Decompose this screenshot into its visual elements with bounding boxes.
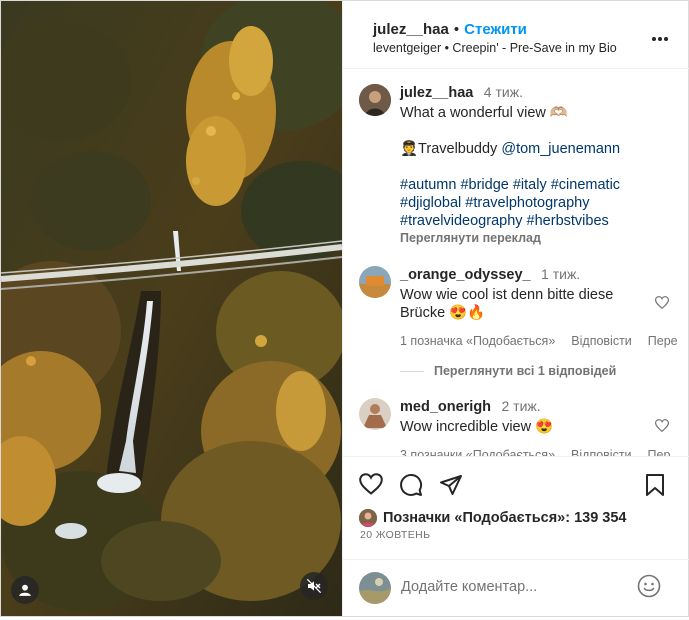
comment-time[interactable]: 1 тиж. — [541, 266, 580, 282]
header-audio-subtitle[interactable]: leventgeiger • Creepin' - Pre-Save in my… — [373, 41, 617, 55]
comment-text-line2: Brücke 😍🔥 — [400, 305, 486, 321]
smiley-icon — [637, 574, 661, 598]
header-username-link[interactable]: julez__haa — [373, 21, 449, 38]
see-translation-link[interactable]: Переглянути переклад — [400, 231, 680, 245]
travelbuddy-text: 🧑‍✈️Travelbuddy — [400, 141, 502, 157]
comment-avatar[interactable] — [359, 266, 391, 298]
landscape-image — [1, 1, 342, 616]
post-actions: Позначки «Подобається»: 139 354 20 ЖОВТЕ… — [343, 456, 689, 616]
follow-button[interactable]: Стежити — [464, 21, 527, 38]
comment-likes-count[interactable]: 3 позначки «Подобається» — [400, 448, 555, 456]
comment-item: med_onerigh 2 тиж. Wow incredible view 😍… — [400, 398, 682, 456]
view-replies-row[interactable]: Переглянути всі 1 відповідей — [400, 364, 616, 378]
current-user-avatar — [359, 572, 391, 604]
view-replies-button[interactable]: Переглянути всі 1 відповідей — [434, 364, 616, 378]
comment-likes-count[interactable]: 1 позначка «Подобається» — [400, 334, 555, 348]
more-horizontal-icon — [652, 37, 668, 41]
like-button[interactable] — [359, 473, 383, 500]
comment-text-line1: Wow wie cool ist denn bitte diese — [400, 287, 614, 303]
mute-toggle-button[interactable] — [300, 572, 328, 600]
save-button[interactable] — [645, 473, 665, 502]
speaker-muted-icon — [306, 578, 322, 594]
hashtags-line2[interactable]: #djiglobal #travelphotography — [400, 194, 680, 212]
comment-like-button[interactable] — [654, 296, 670, 314]
bookmark-icon — [646, 474, 664, 496]
caption-avatar[interactable] — [359, 84, 391, 116]
comment-time[interactable]: 2 тиж. — [502, 398, 541, 414]
caption-text-line1: What a wonderful view 🫶🏼 — [400, 105, 568, 121]
comment-item: _orange_odyssey_ 1 тиж. Wow wie cool ist… — [400, 266, 682, 348]
comment-button[interactable] — [399, 473, 423, 502]
comment-translate-button[interactable]: Пер — [648, 448, 671, 456]
post-dialog: julez__haa • Стежити leventgeiger • Cree… — [0, 0, 689, 617]
add-comment-bar — [343, 559, 689, 616]
header-separator: • — [453, 21, 460, 38]
post-date[interactable]: 20 ЖОВТЕНЬ — [360, 529, 430, 541]
replies-divider — [400, 370, 424, 372]
comment-translate-button[interactable]: Пере — [648, 334, 678, 348]
likes-summary[interactable]: Позначки «Подобається»: 139 354 — [359, 509, 627, 527]
comment-reply-button[interactable]: Відповісти — [571, 334, 632, 348]
comment-avatar[interactable] — [359, 398, 391, 430]
liker-avatar — [359, 509, 377, 527]
user-tag-button[interactable] — [11, 576, 39, 604]
more-options-button[interactable] — [651, 29, 669, 47]
comment-meta-row: 1 позначка «Подобається» Відповісти Пере — [400, 334, 682, 348]
hashtags-line3[interactable]: #travelvideography #herbstvibes — [400, 212, 680, 230]
user-tag-icon — [19, 584, 31, 596]
avatar-image — [359, 84, 391, 116]
header-user-line: julez__haa • Стежити — [373, 21, 527, 38]
caption-block: julez__haa 4 тиж. What a wonderful view … — [400, 84, 680, 245]
avatar-image — [359, 572, 391, 604]
caption-travelbuddy-line: 🧑‍✈️Travelbuddy @tom_juenemann — [400, 140, 680, 158]
likes-count: 139 354 — [574, 510, 627, 526]
avatar-image — [359, 266, 391, 298]
comment-reply-button[interactable]: Відповісти — [571, 448, 632, 456]
post-side-panel: julez__haa • Стежити leventgeiger • Cree… — [342, 1, 689, 616]
post-header: julez__haa • Стежити leventgeiger • Cree… — [343, 1, 689, 69]
mention-link[interactable]: @tom_juenemann — [501, 141, 620, 157]
likes-label: Позначки «Подобається»: — [383, 510, 575, 526]
avatar-image — [359, 398, 391, 430]
caption-username-link[interactable]: julez__haa — [400, 85, 473, 101]
heart-icon — [654, 419, 670, 433]
emoji-picker-button[interactable] — [637, 574, 661, 603]
comment-icon — [400, 474, 423, 496]
comment-username-link[interactable]: _orange_odyssey_ — [400, 267, 531, 283]
post-media-video[interactable] — [1, 1, 342, 616]
heart-icon — [654, 296, 670, 310]
avatar-image — [359, 509, 377, 527]
comments-list[interactable]: julez__haa 4 тиж. What a wonderful view … — [343, 70, 689, 456]
comment-like-button[interactable] — [654, 419, 670, 437]
paper-plane-icon — [440, 475, 462, 495]
comment-meta-row: 3 позначки «Подобається» Відповісти Пер — [400, 448, 682, 456]
comment-text-line1: Wow incredible view 😍 — [400, 419, 554, 435]
caption-time[interactable]: 4 тиж. — [484, 84, 523, 100]
comment-username-link[interactable]: med_onerigh — [400, 399, 491, 415]
share-button[interactable] — [439, 473, 463, 502]
heart-icon — [359, 473, 383, 495]
hashtags-line1[interactable]: #autumn #bridge #italy #cinematic — [400, 176, 680, 194]
add-comment-input[interactable] — [401, 574, 621, 600]
